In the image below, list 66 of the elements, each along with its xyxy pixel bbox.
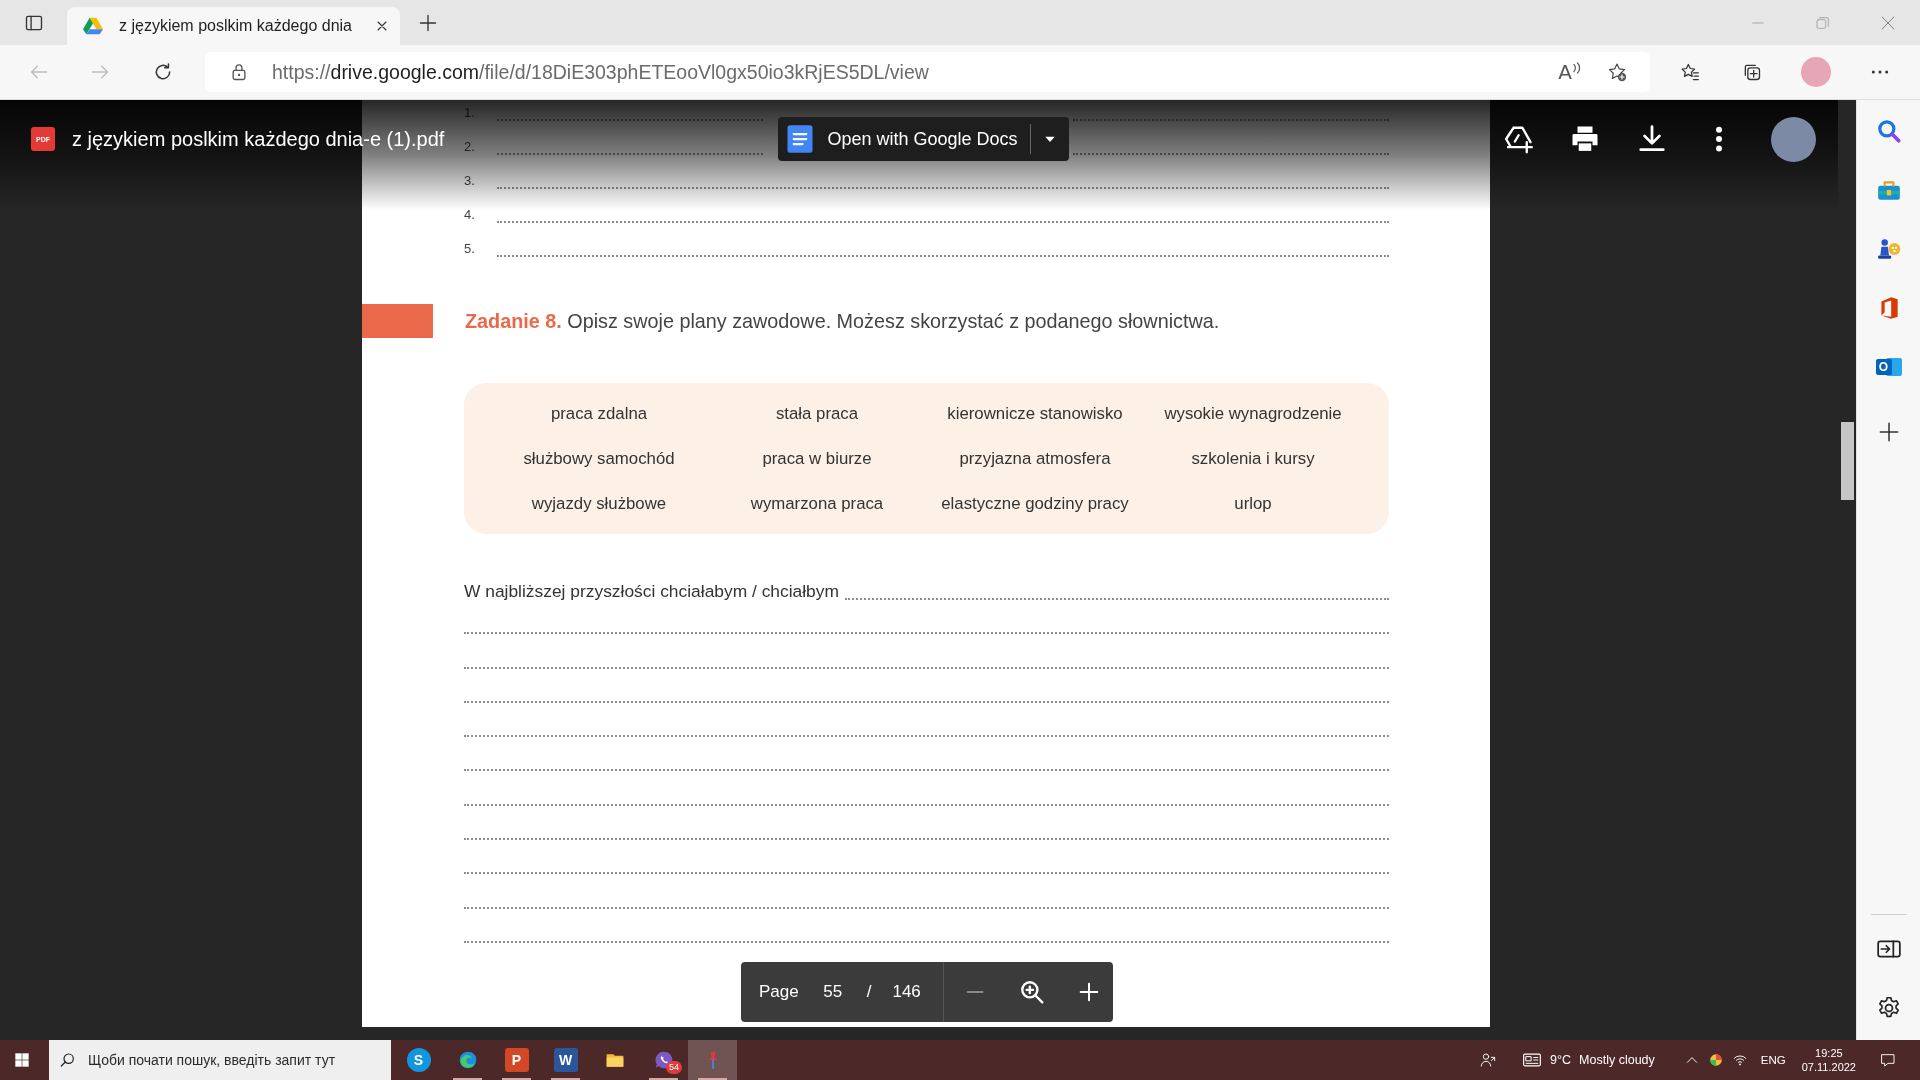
temperature[interactable]: 9°C [1550,1053,1572,1067]
page-label: Page [759,982,799,1002]
taskbar-app-button[interactable]: P [492,1040,541,1080]
notification-badge: 54 [666,1061,682,1074]
people-icon[interactable] [1480,1052,1497,1068]
vocabulary-word: praca zdalna [550,403,648,424]
vocabulary-word: wymarzona praca [750,493,884,514]
notification-icon[interactable] [1880,1052,1896,1068]
line-number: 3. [464,174,476,189]
clock[interactable]: 19:25 07.11.2022 [1801,1046,1856,1074]
wifi-icon[interactable] [1732,1053,1747,1067]
windows-start-icon[interactable] [14,1052,30,1068]
vocabulary-word: wysokie wynagrodzenie [1164,403,1342,424]
search-icon [60,1052,76,1068]
taskbar-app-button[interactable]: W [541,1040,590,1080]
search-icon[interactable] [1875,118,1902,144]
collections-icon[interactable] [1742,62,1762,82]
chess-piece-icon[interactable] [1875,236,1902,262]
star-plus-icon[interactable] [1607,62,1627,82]
tab-title: z językiem poslkim każdego dnia [119,17,353,35]
weather-text[interactable]: Mostly cloudy [1579,1053,1655,1067]
user-avatar[interactable] [1771,116,1816,162]
address-bar[interactable]: https://drive.google.com/file/d/18DiE303phETEooVl0gx50io3kRjES5DL/view A [205,52,1650,92]
sound-waves-icon [1573,61,1581,74]
letter-tile-icon: W [553,1048,578,1072]
page-number-field[interactable]: 55 [820,982,845,1002]
taskbar-search-field[interactable]: Щоби почати пошук, введіть запит тут [49,1040,391,1080]
zoom-icon[interactable] [1018,979,1045,1005]
plus-icon[interactable] [418,12,438,33]
add-to-drive-icon[interactable] [1503,124,1533,154]
vocabulary-word: wyjazdy służbowe [531,493,667,514]
line-number: 5. [464,242,476,257]
browser-tab[interactable]: z językiem poslkim każdego dnia [67,7,400,45]
swirl-icon [457,1050,478,1070]
triangle-logo-icon [83,16,103,36]
document-icon [785,124,816,154]
line-number: 2. [464,140,476,155]
read-aloud-button[interactable]: A [1558,60,1581,84]
open-with-button[interactable]: Open with Google Docs [778,117,1069,161]
vocabulary-word: urlop [1234,493,1272,514]
letter-circle-icon: S [406,1048,431,1072]
language-indicator[interactable]: ENG [1760,1054,1786,1066]
page-separator: / [866,982,872,1002]
zoom-in-icon[interactable] [1078,982,1099,1002]
line-number: 4. [464,208,476,223]
writing-prompt: W najbliższej przyszłości chciałabym / chciałbym [464,582,839,600]
task-marker [362,304,433,338]
url-text: https://drive.google.com/file/d/18DiE303phETEooVl0gx50io3kRjES5DL/view [272,60,930,84]
taskbar-app-button[interactable]: 54 [639,1040,688,1080]
vocabulary-word: służbowy samochód [523,448,675,469]
task-instruction: Zadanie 8. Opisz swoje plany zawodowe. Możesz skorzystać z podanego słownictwa. [465,309,1220,333]
file-name: z językiem poslkim każdego dnia-e (1).pdf [72,127,445,151]
vocabulary-word: szkolenia i kursy [1191,448,1315,469]
vocabulary-word: stała praca [775,403,859,424]
vocabulary-word: kierownicze stanowisko [947,403,1123,424]
download-icon[interactable] [1637,124,1667,154]
page-total: 146 [892,982,921,1002]
vocabulary-word: elastyczne godziny pracy [941,493,1129,514]
vocabulary-word: przyjazna atmosfera [959,448,1111,469]
scrollbar-thumb[interactable] [1840,422,1854,500]
refresh-icon[interactable] [153,62,173,82]
colorful-circle-icon[interactable] [1708,1053,1723,1067]
print-icon[interactable] [1570,124,1600,154]
favorites-star-icon[interactable] [1680,62,1700,82]
letter-tile-icon: P [504,1048,529,1072]
vocabulary-word: praca w biurze [762,448,872,469]
